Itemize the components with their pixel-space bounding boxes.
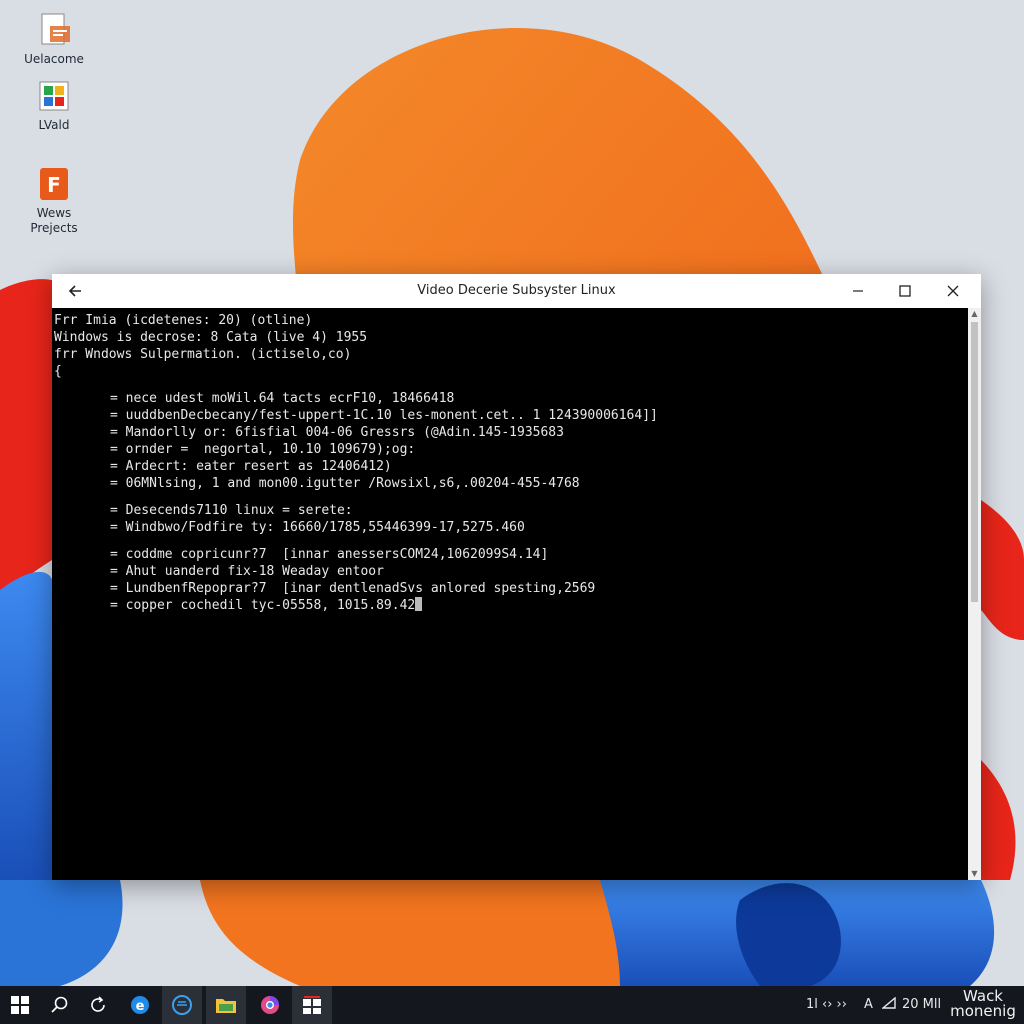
terminal-line: = uuddbenDecbecany/fest-uppert-1C.10 les… [54, 407, 968, 424]
taskbar-clock[interactable]: Wack monenig [950, 989, 1016, 1019]
taskbar-search[interactable] [40, 986, 80, 1024]
terminal-line: = Ahut uanderd fix-18 Weaday entoor [54, 563, 968, 580]
terminal-line-text: = ornder = negortal, 10.10 109679);og: [110, 442, 416, 457]
terminal-cursor [415, 597, 423, 611]
minimize-button[interactable] [835, 274, 881, 308]
terminal-line-text: Windows is decrose: 8 Cata (live 4) 1955 [54, 330, 368, 345]
desktop-icon[interactable]: Uelacome [14, 12, 94, 67]
file-explorer-icon [216, 999, 236, 1013]
title-bar[interactable]: Video Decerie Subsyster Linux [52, 274, 981, 308]
taskbar-store[interactable] [292, 986, 332, 1024]
windows-start-icon [11, 996, 29, 1014]
system-tray: 1l ‹› ›› A 20 Mll Wack monenig [806, 986, 1016, 1024]
terminal-line: = nece udest moWil.64 tacts ecrF10, 1846… [54, 390, 968, 407]
tray-font-indicator[interactable]: A [864, 997, 873, 1012]
desktop-icon-label: Uelacome [24, 52, 84, 66]
terminal-line: = Windbwo/Fodfire ty: 16660/1785,5544639… [54, 519, 968, 536]
terminal-line-text: = Mandorlly or: 6fisfial 004-06 Gressrs … [110, 425, 564, 440]
taskbar-file-explorer[interactable] [206, 986, 246, 1024]
maximize-button[interactable] [882, 274, 928, 308]
svg-text:F: F [47, 173, 61, 197]
terminal-line: { [54, 363, 968, 380]
terminal-line: = 06MNlsing, 1 and mon00.igutter /Rowsix… [54, 475, 968, 492]
taskbar-task-view[interactable] [78, 986, 118, 1024]
office-icon: F [40, 168, 68, 200]
vertical-scrollbar[interactable]: ▲ ▼ [968, 308, 981, 880]
terminal-line-text: = Windbwo/Fodfire ty: 16660/1785,5544639… [110, 520, 525, 535]
terminal-line-text: = uuddbenDecbecany/fest-uppert-1C.10 les… [110, 408, 658, 423]
chrome-icon [261, 996, 279, 1014]
desktop-icon[interactable]: LVald [14, 78, 94, 133]
start-button[interactable] [0, 986, 40, 1024]
close-icon [947, 285, 959, 297]
tray-status[interactable]: 1l ‹› ›› [806, 997, 847, 1012]
scrollbar-thumb[interactable] [971, 322, 978, 602]
terminal-line-text: frr Wndows Sulpermation. (ictiselo,co) [54, 347, 352, 362]
terminal-line-text: = coddme copricunr?7 [innar anessersCOM2… [110, 547, 549, 562]
terminal-line-text: = LundbenfRepoprar?7 [inar dentlenadSvs … [110, 581, 596, 596]
store-icon [303, 996, 321, 1014]
terminal-line: = Mandorlly or: 6fisfial 004-06 Gressrs … [54, 424, 968, 441]
terminal-line: = Ardecrt: eater resert as 12406412) [54, 458, 968, 475]
terminal-line: Frr Imia (icdetenes: 20) (otline) [54, 312, 968, 329]
terminal-window: Video Decerie Subsyster Linux Frr Imia (… [52, 274, 981, 880]
terminal-line-text: = nece udest moWil.64 tacts ecrF10, 1846… [110, 391, 455, 406]
terminal-line: = coddme copricunr?7 [innar anessersCOM2… [54, 546, 968, 563]
desktop-icon-label: Wews Prejects [30, 206, 78, 235]
edge-icon: e [131, 996, 149, 1014]
image-icon [39, 81, 69, 111]
scroll-down-icon[interactable]: ▼ [968, 868, 981, 880]
terminal-line: = ornder = negortal, 10.10 109679);og: [54, 441, 968, 458]
clock-date: monenig [950, 1002, 1016, 1020]
desktop-icon-label: LVald [38, 118, 70, 132]
taskbar-chrome[interactable] [250, 986, 290, 1024]
terminal-line-text: Frr Imia (icdetenes: 20) (otline) [54, 313, 313, 328]
terminal-line: Windows is decrose: 8 Cata (live 4) 1955 [54, 329, 968, 346]
search-icon [51, 996, 68, 1013]
svg-text:e: e [136, 999, 145, 1014]
taskbar: e 1l ‹› ›› A 20 Mll Wack monenig [0, 986, 1024, 1024]
terminal-line-text: = copper cochedil tyc-05558, 1015.89.42 [110, 598, 416, 613]
maximize-icon [899, 285, 911, 297]
minimize-icon [853, 290, 863, 292]
tray-volume[interactable]: 20 Mll [902, 997, 941, 1012]
scroll-up-icon[interactable]: ▲ [968, 308, 981, 320]
terminal-line-text: { [54, 364, 62, 379]
document-icon [41, 13, 70, 45]
terminal-line-text: = Ardecrt: eater resert as 12406412) [110, 459, 392, 474]
close-button[interactable] [930, 274, 976, 308]
wifi-icon[interactable] [881, 996, 896, 1013]
taskbar-browser[interactable] [162, 986, 202, 1024]
terminal-line: = copper cochedil tyc-05558, 1015.89.42 [54, 597, 968, 614]
terminal-line-text: = Desecends7110 linux = serete: [110, 503, 353, 518]
taskbar-edge[interactable]: e [120, 986, 160, 1024]
refresh-icon [91, 996, 105, 1012]
terminal-line-text: = Ahut uanderd fix-18 Weaday entoor [110, 564, 384, 579]
terminal-output[interactable]: Frr Imia (icdetenes: 20) (otline) Windows… [52, 308, 968, 880]
terminal-line-text: = 06MNlsing, 1 and mon00.igutter /Rowsix… [110, 476, 580, 491]
terminal-line: = LundbenfRepoprar?7 [inar dentlenadSvs … [54, 580, 968, 597]
terminal-line: = Desecends7110 linux = serete: [54, 502, 968, 519]
browser-icon [172, 995, 192, 1015]
terminal-line: frr Wndows Sulpermation. (ictiselo,co) [54, 346, 968, 363]
desktop-icon[interactable]: F Wews Prejects [14, 166, 94, 236]
